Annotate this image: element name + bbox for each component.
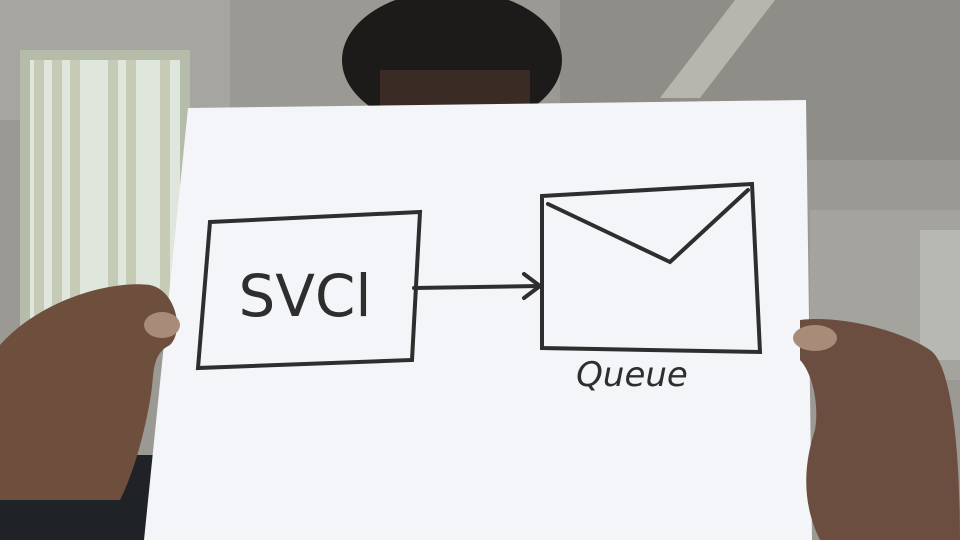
- photo-scene: SVCl Queue: [0, 0, 960, 540]
- right-door: [920, 230, 960, 360]
- queue-caption: Queue: [576, 355, 688, 395]
- service-box-label: SVCl: [238, 262, 371, 330]
